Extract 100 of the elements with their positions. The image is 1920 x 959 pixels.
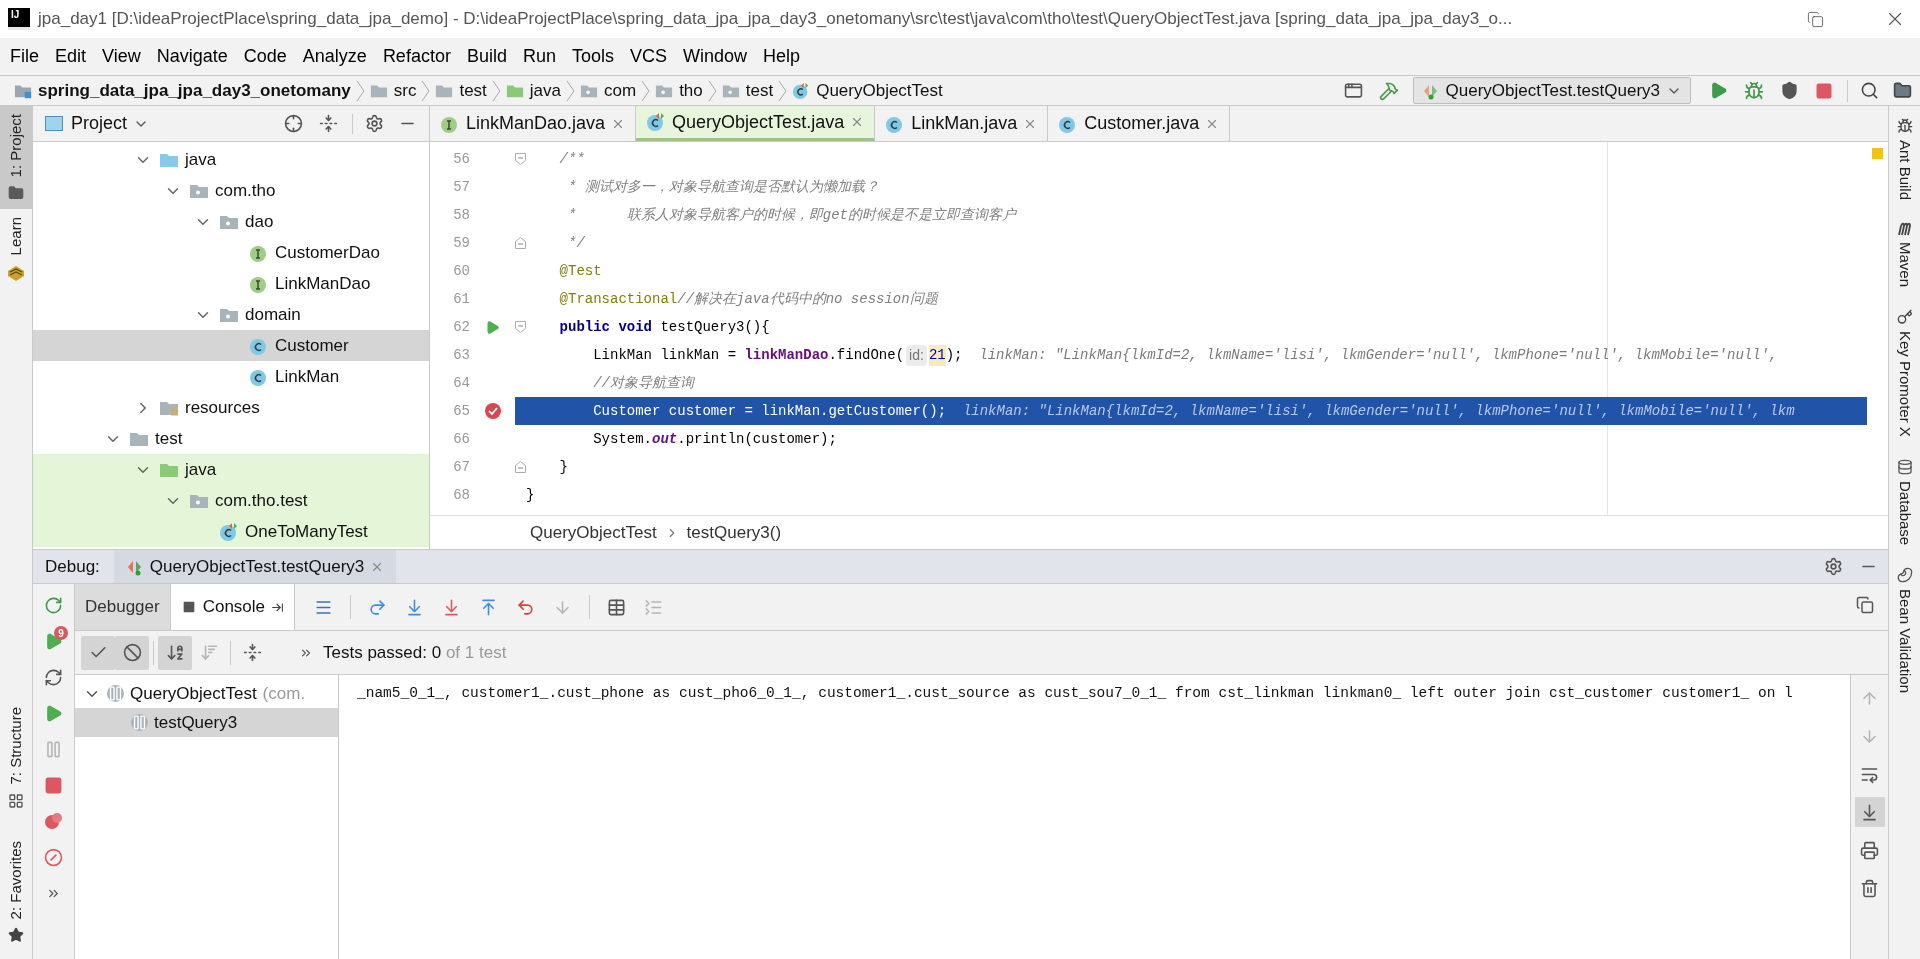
code-text: * 测试对多一，对象导航查询是否默认为懒加载？ (567, 177, 879, 197)
fold-marker-icon[interactable] (515, 153, 526, 165)
tool-window-tab[interactable]: Bean Validation (1893, 567, 1916, 694)
menu-item[interactable]: Analyze (294, 43, 375, 70)
menu-item[interactable]: Tools (563, 43, 622, 70)
debug-tab[interactable]: Console (170, 584, 296, 630)
menu-item[interactable]: Edit (47, 43, 95, 70)
settings-icon[interactable] (1824, 557, 1843, 576)
editor-tab[interactable]: QueryObjectTest.java (636, 106, 876, 141)
tree-item[interactable]: com.tho.test (33, 485, 429, 516)
fold-marker-icon[interactable] (515, 461, 526, 473)
breadcrumb-item[interactable]: QueryObjectTest (530, 519, 657, 546)
tree-item[interactable]: domain (33, 299, 429, 330)
restore-layout-icon[interactable] (1856, 596, 1874, 614)
breadcrumb-item[interactable]: spring_data_jpa_jpa_day3_onetomany (14, 77, 351, 104)
tree-item[interactable]: com.tho (33, 175, 429, 206)
mute-breakpoints-icon[interactable] (44, 847, 63, 867)
sort-alpha-icon[interactable] (165, 643, 185, 662)
breadcrumb-item[interactable]: test (721, 77, 774, 104)
tree-item[interactable]: LinkMan (33, 361, 429, 392)
tree-item[interactable]: CustomerDao (33, 237, 429, 268)
breadcrumb-item[interactable]: QueryObjectTest (792, 77, 943, 104)
breadcrumb-item[interactable]: com (580, 77, 637, 104)
menu-item[interactable]: Code (235, 43, 295, 70)
search-icon[interactable] (1860, 81, 1879, 100)
rerun-icon[interactable] (44, 595, 63, 615)
run-icon[interactable] (1709, 81, 1728, 100)
tree-item[interactable]: dao (33, 206, 429, 237)
menu-item[interactable]: Navigate (148, 43, 236, 70)
print-icon[interactable] (1860, 840, 1879, 860)
trash-icon[interactable] (1860, 878, 1879, 898)
menu-item[interactable]: File (2, 43, 47, 70)
tree-item[interactable]: test (33, 423, 429, 454)
code-text: //对象导航查询 (592, 373, 694, 393)
restore-icon[interactable] (1807, 10, 1824, 28)
test-tree-item[interactable]: QueryObjectTest (com. (75, 679, 338, 708)
toolbar-toggle[interactable] (115, 635, 149, 670)
console-tool[interactable] (1854, 797, 1885, 827)
tool-window-tab[interactable]: 2: Favorites (0, 834, 32, 949)
breadcrumb-item[interactable]: java (505, 77, 561, 104)
rerun-failed-icon[interactable] (44, 631, 63, 651)
stop-icon[interactable] (1815, 81, 1833, 100)
menu-item[interactable]: Build (458, 43, 515, 70)
run-icon[interactable] (485, 319, 500, 335)
test-tree-item[interactable]: testQuery3 (75, 708, 338, 737)
fold-marker-icon[interactable] (515, 321, 526, 333)
toolbar-toggle[interactable] (158, 635, 192, 670)
tree-item[interactable]: LinkManDao (33, 268, 429, 299)
toolbar-toggle[interactable] (81, 635, 115, 670)
menu-item[interactable]: Refactor (374, 43, 459, 70)
collapse-icon[interactable] (242, 643, 262, 662)
menu-item[interactable]: VCS (622, 43, 675, 70)
coverage-icon[interactable] (1780, 81, 1799, 100)
tree-item[interactable]: java (33, 454, 429, 485)
debug-icon[interactable] (1744, 80, 1764, 101)
tree-item[interactable]: resources (33, 392, 429, 423)
tool-window-tab[interactable]: Learn (0, 209, 32, 290)
tool-window-tab[interactable]: 7: Structure (0, 701, 32, 815)
breakpoints-icon[interactable] (43, 811, 64, 831)
settings-icon[interactable] (365, 114, 384, 133)
tool-window-tab[interactable]: Database (1893, 458, 1916, 546)
project-structure-icon[interactable] (1893, 81, 1912, 100)
editor-tab[interactable]: LinkMan.java (875, 106, 1049, 141)
menu-item[interactable]: Help (755, 43, 809, 70)
run-configuration-dropdown[interactable]: QueryObjectTest.testQuery3 (1412, 77, 1691, 104)
drop-frame-icon[interactable] (516, 597, 536, 617)
tool-window-tab[interactable]: Maven (1893, 222, 1916, 288)
fold-marker-icon[interactable] (515, 237, 526, 249)
tool-window-tab[interactable]: Ant Build (1893, 118, 1916, 201)
scroll-end-icon[interactable] (1860, 802, 1879, 822)
breakpoint-icon[interactable] (483, 402, 502, 420)
maven-icon (1896, 222, 1913, 237)
collapse-all-icon[interactable] (319, 114, 338, 133)
tree-item[interactable]: OneToManyTest (33, 516, 429, 547)
breadcrumb-item[interactable]: src (369, 77, 417, 104)
tool-window-tab[interactable]: 1: Project (0, 106, 32, 210)
code-text: /** (558, 149, 585, 169)
window-icon[interactable] (1343, 81, 1363, 100)
menu-item[interactable]: View (94, 43, 149, 70)
ignored-icon[interactable] (122, 643, 142, 662)
menu-item[interactable]: Window (675, 43, 756, 70)
panel-title[interactable]: Project (71, 110, 128, 137)
stop-icon[interactable] (44, 775, 63, 795)
debug-tab[interactable]: Debugger (75, 584, 171, 630)
debug-session-tab[interactable]: QueryObjectTest.testQuery3 (113, 550, 397, 583)
locate-icon[interactable] (284, 114, 303, 133)
refresh-icon[interactable] (44, 667, 63, 687)
tree-item[interactable]: java (33, 144, 429, 175)
breadcrumb-item[interactable]: testQuery3() (686, 519, 782, 546)
breadcrumb-item[interactable]: tho (655, 77, 703, 104)
editor-tab[interactable]: Customer.java (1048, 106, 1231, 141)
tool-window-tab[interactable]: Key Promoter X (1893, 309, 1916, 437)
tree-item[interactable]: Customer (33, 330, 429, 361)
line-number: 60 (452, 261, 470, 281)
build-icon[interactable] (1378, 80, 1399, 101)
resume-icon[interactable] (44, 703, 63, 723)
structure-icon (8, 792, 24, 809)
breadcrumb-item[interactable]: test (435, 77, 487, 104)
menu-item[interactable]: Run (514, 43, 564, 70)
evaluate-icon[interactable] (607, 597, 627, 617)
